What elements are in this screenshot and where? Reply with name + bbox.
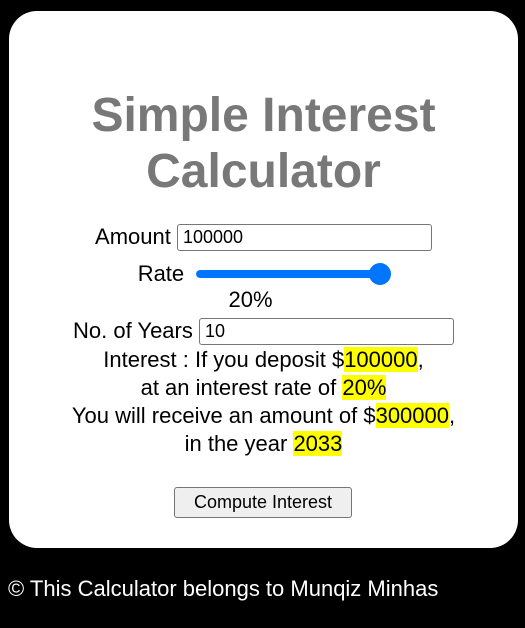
result-year-prefix: in the year	[184, 431, 294, 456]
amount-input[interactable]	[176, 223, 432, 251]
page-title: Simple Interest Calculator	[9, 88, 518, 200]
result-deposit-amount: 100000	[344, 347, 418, 372]
calculator-card: Simple Interest Calculator Amount Rate 2…	[9, 11, 518, 548]
rate-value-text: 20%	[228, 287, 273, 312]
compute-interest-button[interactable]: Compute Interest	[174, 487, 352, 518]
result-deposit-prefix: Interest : If you deposit $	[103, 347, 345, 372]
rate-slider[interactable]	[196, 262, 391, 286]
result-rate-value: 20%	[342, 375, 387, 400]
years-row: No. of Years	[9, 316, 518, 345]
rate-value-row: 20%	[0, 286, 505, 314]
rate-label: Rate	[137, 261, 185, 287]
rate-slider-fill	[196, 270, 380, 279]
result-total-prefix: You will receive an amount of $	[71, 403, 376, 428]
result-line-3: You will receive an amount of $300000,	[9, 402, 518, 430]
years-input[interactable]	[199, 317, 454, 345]
result-total-suffix: ,	[449, 403, 456, 428]
footer-copyright: © This Calculator belongs to Munqiz Minh…	[8, 576, 439, 601]
title-line-2: Calculator	[146, 145, 381, 198]
result-year-value: 2033	[293, 431, 343, 456]
result-line-2: at an interest rate of 20%	[9, 374, 518, 402]
result-deposit-suffix: ,	[417, 347, 424, 372]
result-line-1: Interest : If you deposit $100000,	[9, 346, 518, 374]
amount-label: Amount	[95, 224, 171, 250]
title-line-1: Simple Interest	[91, 89, 436, 142]
rate-slider-thumb[interactable]	[368, 263, 391, 286]
amount-row: Amount	[9, 222, 518, 251]
result-total-amount: 300000	[375, 403, 449, 428]
rate-slider-track	[196, 270, 390, 279]
years-label: No. of Years	[73, 318, 193, 344]
result-line-4: in the year 2033	[9, 430, 518, 458]
result-rate-prefix: at an interest rate of	[140, 375, 343, 400]
rate-row: Rate	[9, 259, 518, 288]
